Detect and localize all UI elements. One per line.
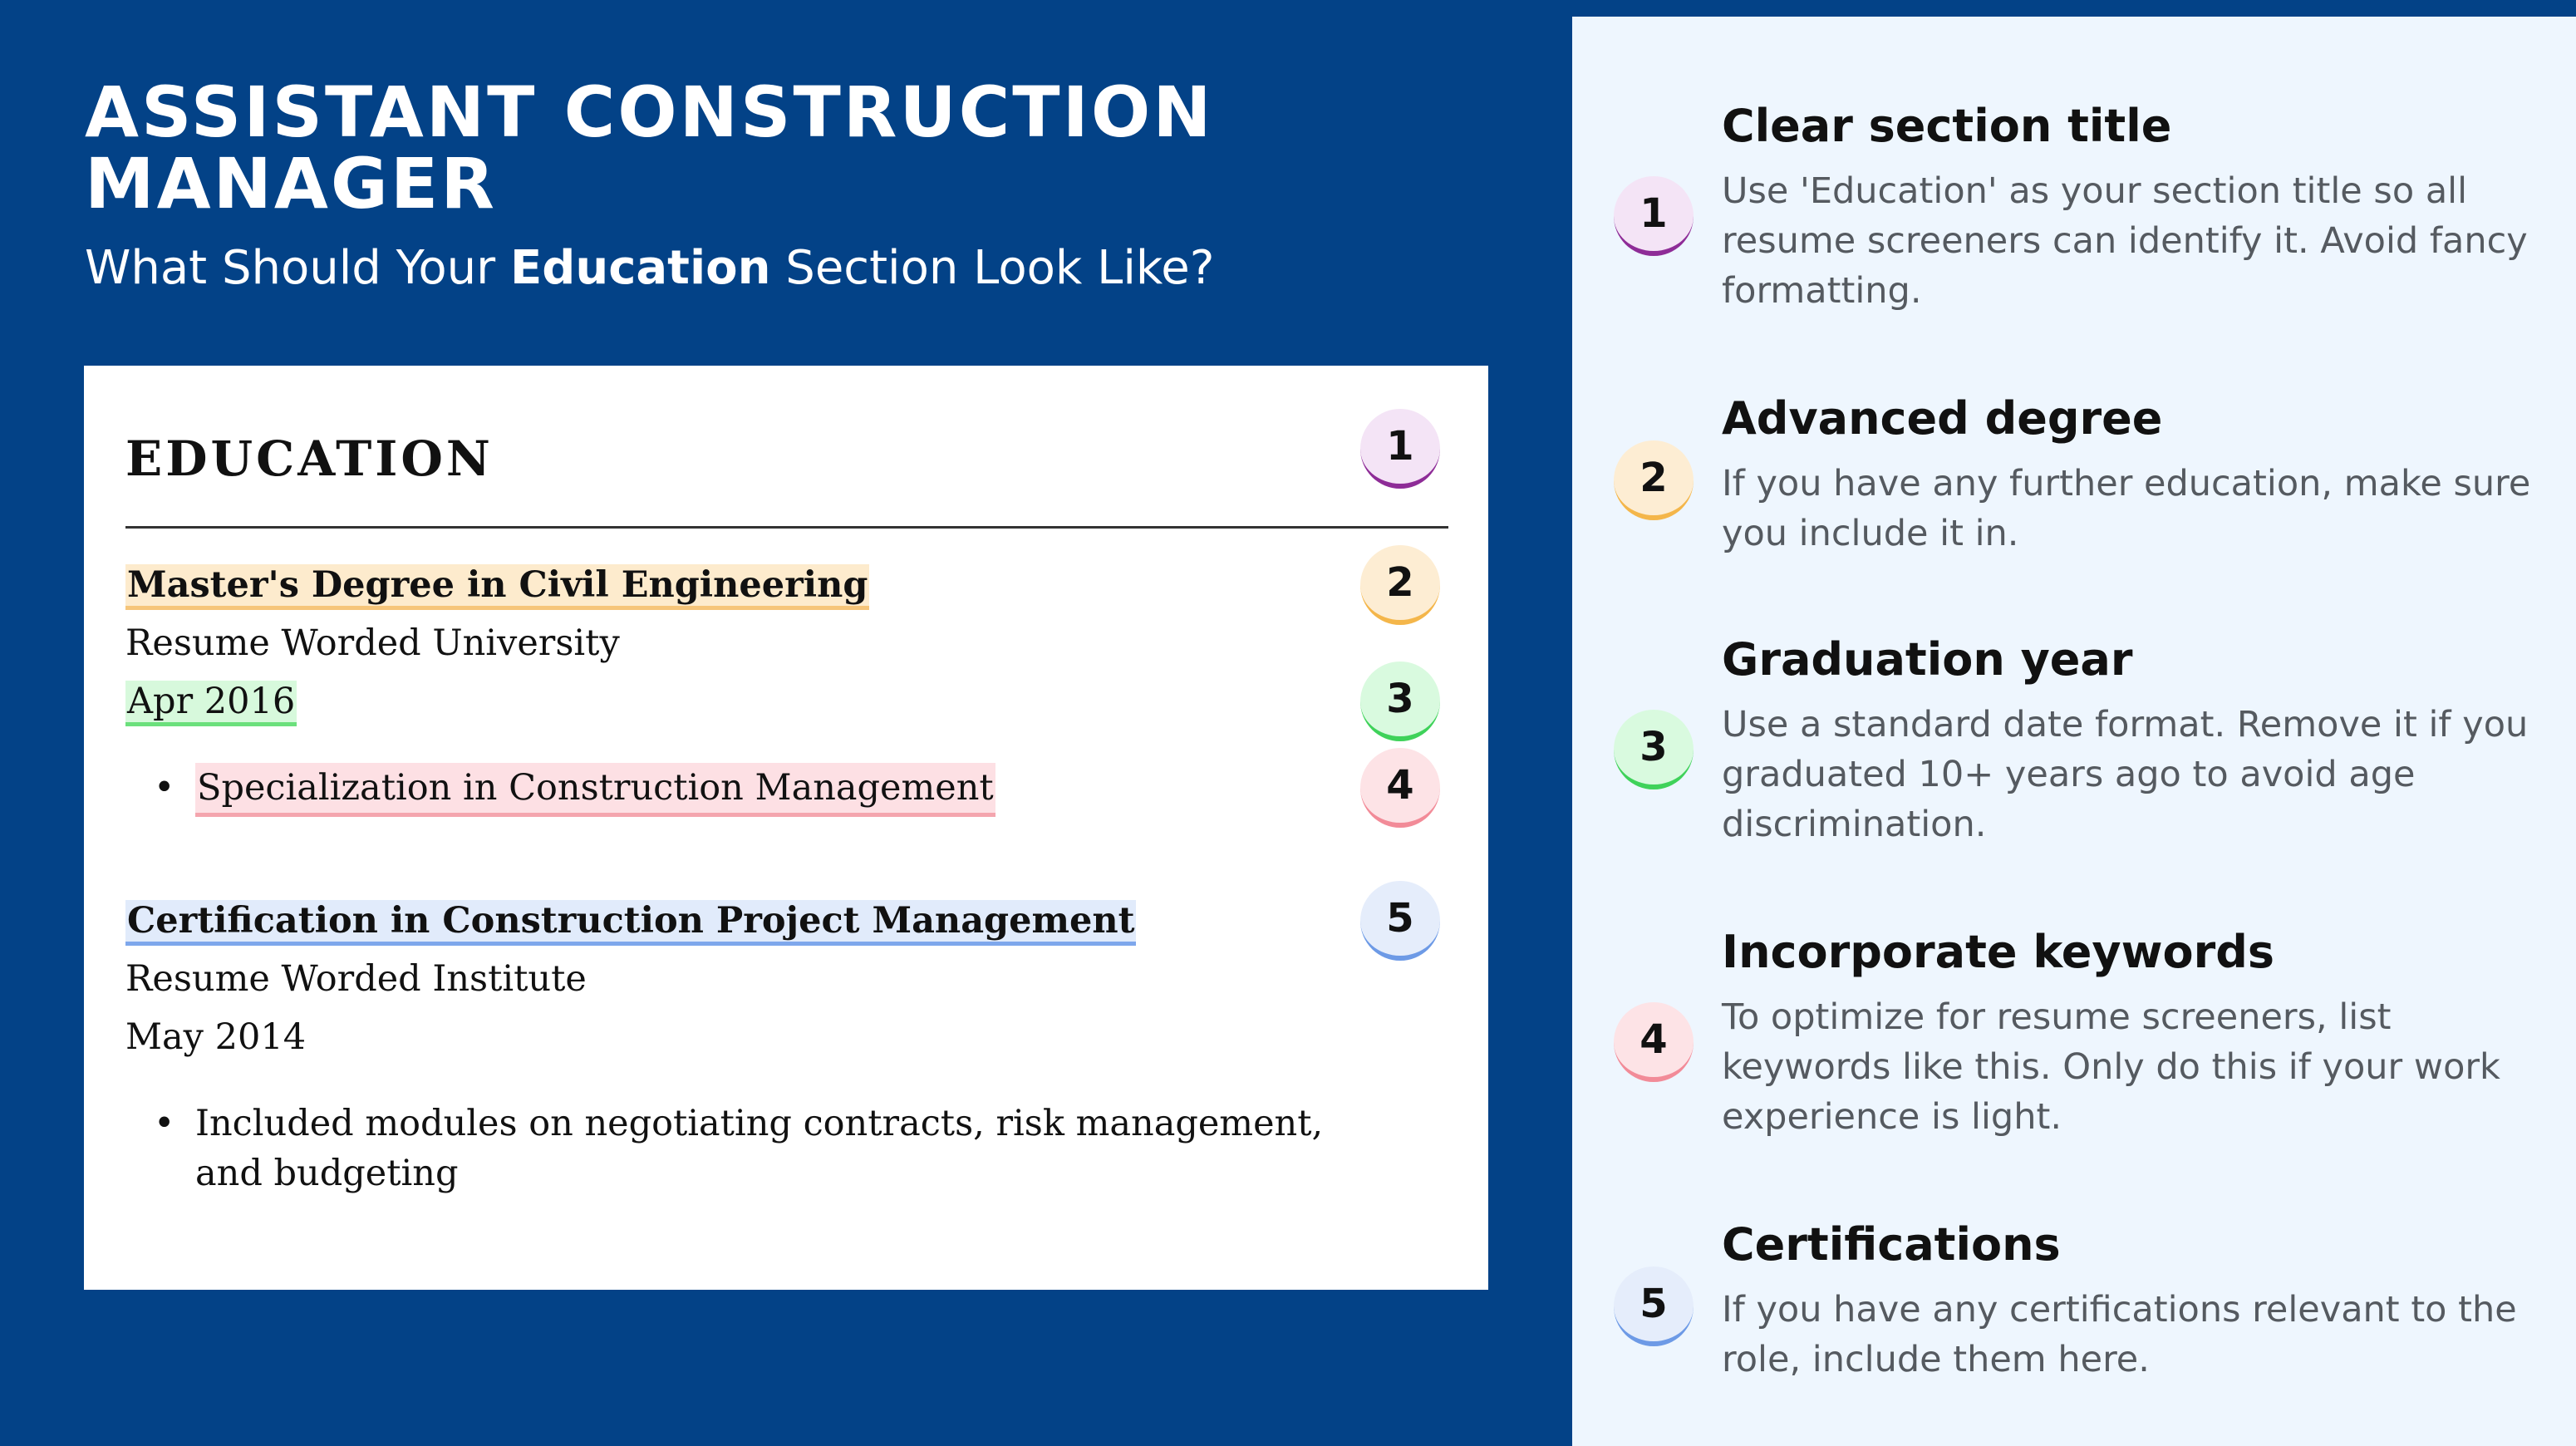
subtitle-prefix: What Should Your: [85, 241, 510, 295]
tip-5-badge: 5: [1614, 1266, 1694, 1346]
subtitle-bold: Education: [509, 241, 771, 295]
tip-3-title: Graduation year: [1722, 633, 2133, 686]
page-title: ASSISTANT CONSTRUCTION MANAGER: [85, 71, 1214, 224]
tip-3-body: Use a standard date format. Remove it if…: [1722, 704, 2529, 845]
entry-2-degree: Certification in Construction Project Ma…: [125, 900, 1137, 946]
entry-1-degree-line: Master's Degree in Civil Engineering: [125, 560, 870, 610]
badge-1: 1: [1360, 409, 1440, 489]
entry-2-date: May 2014: [125, 1016, 307, 1058]
bullet-dot: •: [154, 1103, 175, 1144]
tip-4-badge: 4: [1614, 1002, 1694, 1082]
badge-4: 4: [1360, 748, 1440, 828]
entry-2-bullet: • Included modules on negotiating contra…: [154, 1099, 1392, 1198]
entry-1-degree: Master's Degree in Civil Engineering: [125, 564, 870, 610]
page-subtitle: What Should Your Education Section Look …: [85, 239, 1214, 298]
entry-1-institution: Resume Worded University: [125, 622, 620, 664]
badge-2: 2: [1360, 545, 1440, 625]
entry-1-date: Apr 2016: [125, 681, 297, 726]
badge-5: 5: [1360, 881, 1440, 961]
entry-2-bullet-text: Included modules on negotiating contract…: [195, 1103, 1324, 1194]
tip-2-title: Advanced degree: [1722, 392, 2163, 445]
tip-1-body: Use 'Education' as your section title so…: [1722, 170, 2528, 312]
entry-2-institution: Resume Worded Institute: [125, 958, 587, 1000]
entry-1-bullet-text: Specialization in Construction Managemen…: [195, 763, 995, 817]
left-panel: ASSISTANT CONSTRUCTION MANAGER What Shou…: [0, 0, 1572, 1446]
education-heading: EDUCATION: [125, 430, 494, 487]
tip-2-badge: 2: [1614, 440, 1694, 520]
badge-3: 3: [1360, 662, 1440, 741]
entry-1-bullet: • Specialization in Construction Managem…: [154, 763, 995, 817]
subtitle-suffix: Section Look Like?: [770, 241, 1215, 295]
tip-4-title: Incorporate keywords: [1722, 926, 2275, 978]
tip-5-title: Certifications: [1722, 1218, 2061, 1271]
tip-2-body: If you have any further education, make …: [1722, 463, 2531, 554]
tip-1-badge: 1: [1614, 176, 1694, 256]
tip-1-title: Clear section title: [1722, 100, 2172, 152]
tips-panel: 1 Clear section title Use 'Education' as…: [1572, 17, 2576, 1446]
entry-1-date-line: Apr 2016: [125, 676, 297, 726]
tip-4-body: To optimize for resume screeners, list k…: [1722, 996, 2500, 1138]
bullet-dot: •: [154, 767, 175, 809]
tip-5-body: If you have any certifications relevant …: [1722, 1289, 2517, 1380]
entry-2-degree-line: Certification in Construction Project Ma…: [125, 896, 1137, 946]
resume-education-card: EDUCATION 1 Master's Degree in Civil Eng…: [84, 366, 1488, 1290]
tip-3-badge: 3: [1614, 710, 1694, 789]
section-divider: [125, 526, 1448, 529]
